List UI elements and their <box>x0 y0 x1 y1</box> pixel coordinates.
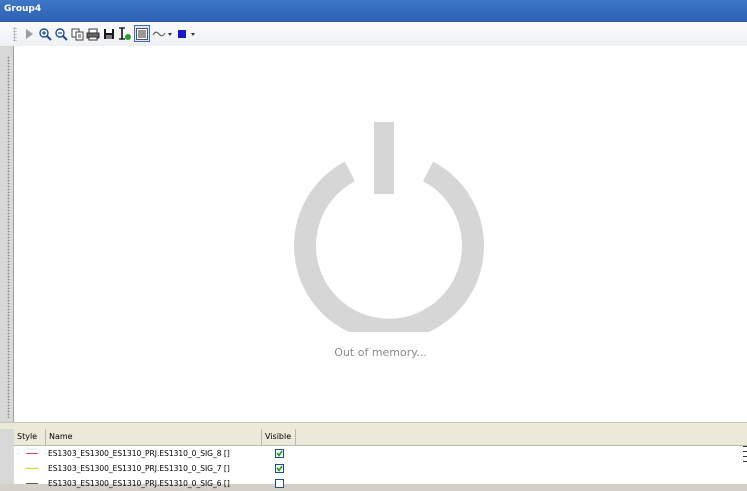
legend-button[interactable] <box>134 25 150 42</box>
checkmark-icon <box>276 465 283 472</box>
line-style-dropdown-arrow[interactable] <box>168 33 172 36</box>
legend-icon <box>136 27 148 40</box>
window-title: Group4 <box>4 4 42 14</box>
cursor-icon <box>119 27 131 40</box>
zoom-in-button[interactable] <box>38 26 52 42</box>
print-icon <box>86 28 100 40</box>
power-icon <box>294 122 484 332</box>
signal-name: ES1303_ES1300_ES1310_PRJ.ES1310_0_SIG_6 … <box>48 479 230 488</box>
save-button[interactable] <box>102 26 116 42</box>
line-style-swatch <box>26 453 38 454</box>
legend-row[interactable]: ES1303_ES1300_ES1310_PRJ.ES1310_0_SIG_6 … <box>14 477 747 491</box>
print-button[interactable] <box>86 26 100 42</box>
legend-side-grip[interactable] <box>0 429 15 484</box>
window-title-bar[interactable]: Group4 <box>0 0 747 23</box>
save-icon <box>104 29 114 39</box>
legend-scrollbar[interactable] <box>741 442 747 484</box>
visible-checkbox[interactable] <box>275 464 284 473</box>
legend-header: Style Name Visible <box>14 429 747 446</box>
signal-name: ES1303_ES1300_ES1310_PRJ.ES1310_0_SIG_8 … <box>48 449 230 458</box>
plot-area[interactable]: Out of memory... <box>14 46 747 422</box>
color-dropdown-arrow[interactable] <box>191 33 195 36</box>
color-icon <box>178 30 186 38</box>
copy-icon <box>71 28 83 40</box>
column-header-style[interactable]: Style <box>14 429 46 445</box>
signal-legend: Style Name Visible ES1303_ES1300_ES1310_… <box>14 429 747 488</box>
zoom-out-button[interactable] <box>54 26 68 42</box>
zoom-in-icon <box>38 27 52 41</box>
legend-row[interactable]: ES1303_ES1300_ES1310_PRJ.ES1310_0_SIG_7 … <box>14 462 747 476</box>
toolbar <box>0 22 747 47</box>
checkmark-icon <box>276 450 283 457</box>
column-header-name[interactable]: Name <box>46 429 262 445</box>
line-style-icon <box>152 31 166 37</box>
signal-name: ES1303_ES1300_ES1310_PRJ.ES1310_0_SIG_7 … <box>48 464 230 473</box>
cursor-button[interactable] <box>118 26 132 42</box>
visible-checkbox[interactable] <box>275 449 284 458</box>
legend-row[interactable]: ES1303_ES1300_ES1310_PRJ.ES1310_0_SIG_8 … <box>14 447 747 461</box>
copy-button[interactable] <box>70 26 84 42</box>
zoom-out-icon <box>54 27 68 41</box>
out-of-memory-message: Out of memory... <box>334 346 427 359</box>
play-button[interactable] <box>22 26 36 42</box>
toolbar-grip[interactable] <box>13 27 17 41</box>
play-icon <box>26 29 33 39</box>
column-header-visible[interactable]: Visible <box>262 429 296 445</box>
side-grip[interactable] <box>0 46 14 422</box>
line-style-button[interactable] <box>152 26 166 42</box>
line-style-swatch <box>26 468 38 469</box>
color-button[interactable] <box>176 26 188 42</box>
